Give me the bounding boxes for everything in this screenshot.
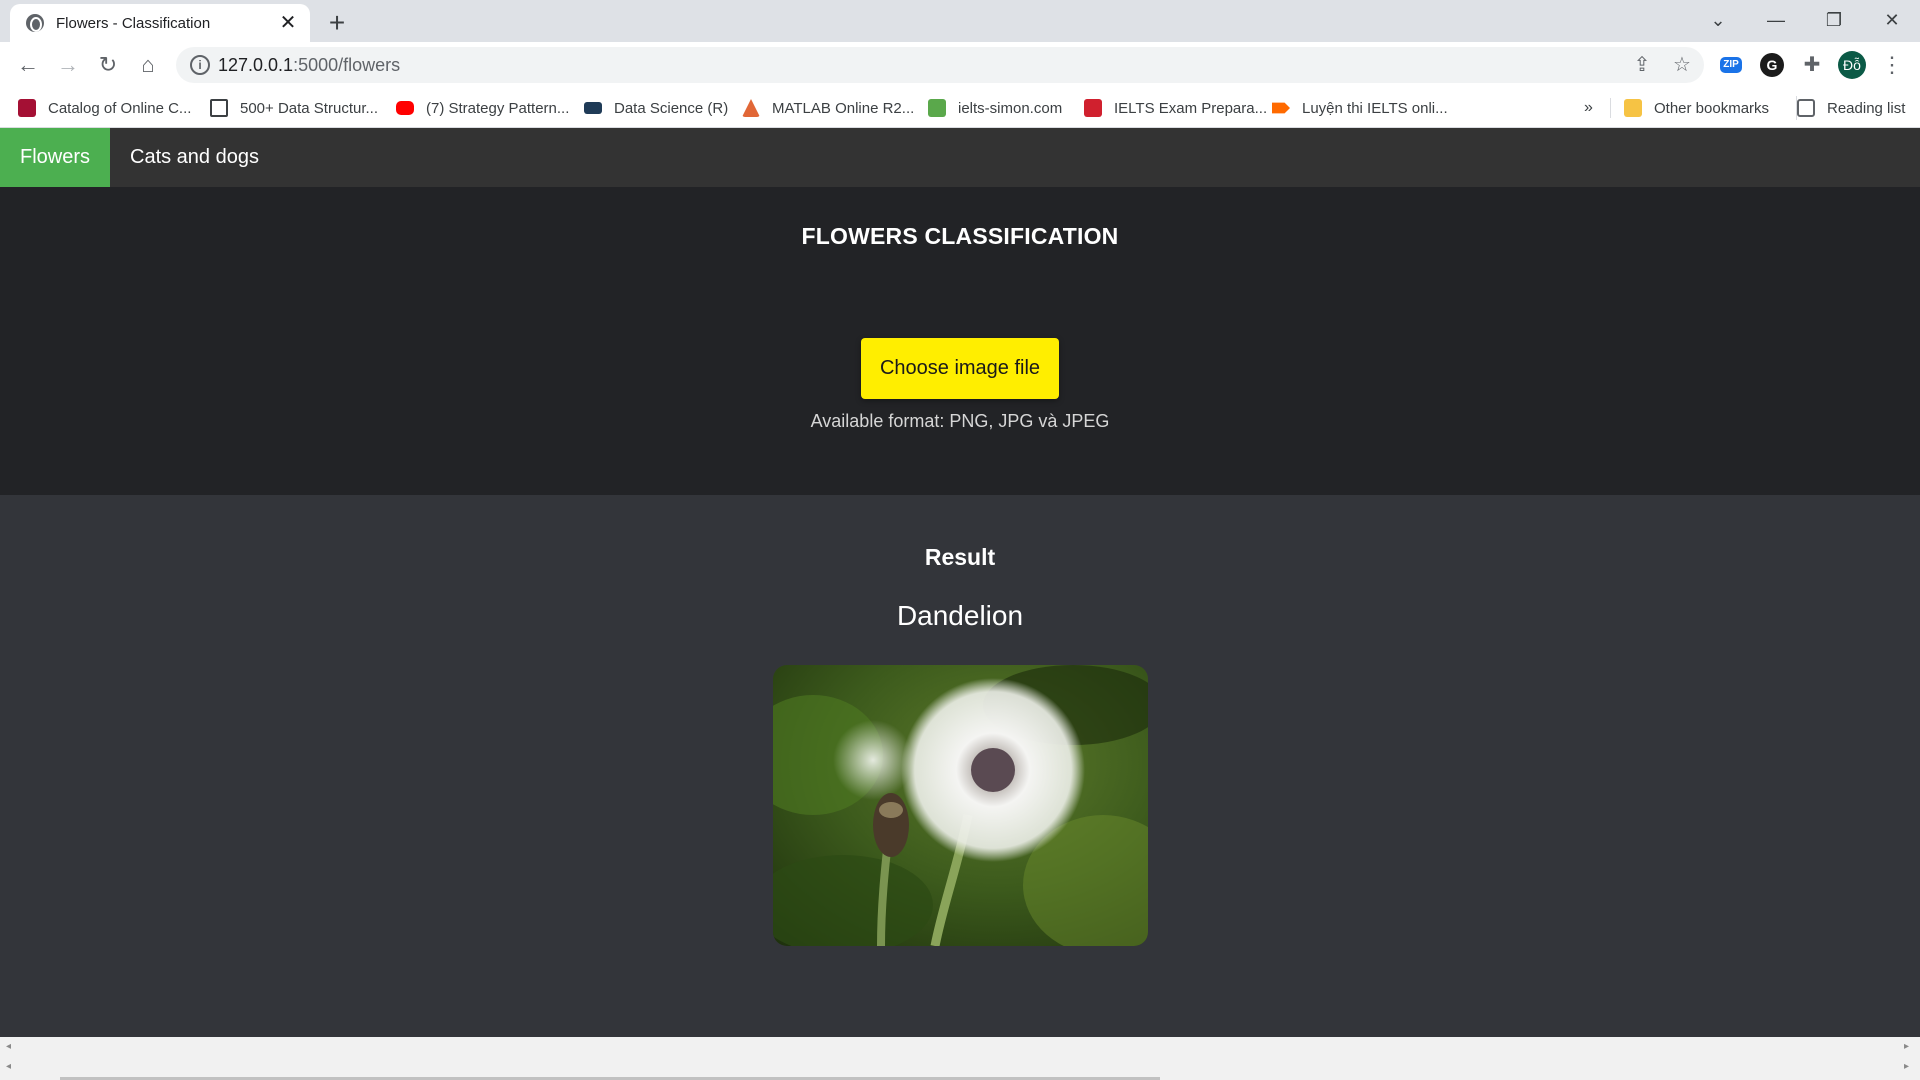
new-tab-button[interactable]: + (322, 8, 352, 38)
bookmark-label: Luyện thi IELTS onli... (1302, 99, 1448, 117)
reading-list-label: Reading list (1827, 99, 1906, 117)
browser-menu-icon[interactable]: ⋮ (1880, 51, 1904, 79)
youtube-icon (396, 101, 414, 115)
bookmark-label: (7) Strategy Pattern... (426, 99, 570, 117)
home-icon[interactable]: ⌂ (132, 49, 164, 81)
browser-toolbar: ← → ↻ ⌂ i 127.0.0.1:5000/flowers ⇪ ☆ ZIP… (0, 42, 1920, 88)
choose-image-button[interactable]: Choose image file (861, 338, 1059, 399)
reload-icon[interactable]: ↻ (92, 49, 124, 81)
prediction-label: Dandelion (896, 600, 1024, 631)
bookmarks-divider (1610, 98, 1611, 118)
browser-tab[interactable]: Flowers - Classification ✕ (10, 4, 310, 42)
scroll-right-icon[interactable]: ▸ (1904, 1041, 1909, 1052)
result-section: Result Dandelion (0, 495, 1920, 1037)
bookmark-item[interactable]: (7) Strategy Pattern... (396, 96, 569, 120)
reading-list-icon (1797, 99, 1815, 117)
profile-avatar[interactable]: Đỗ (1838, 51, 1866, 79)
scroll-right-icon[interactable]: ▸ (1904, 1061, 1909, 1072)
bookmark-item[interactable]: MATLAB Online R2... (742, 96, 914, 120)
address-bar[interactable]: i 127.0.0.1:5000/flowers ⇪ ☆ (176, 47, 1704, 83)
minimize-icon[interactable]: — (1748, 4, 1804, 36)
bookmark-label: ielts-simon.com (958, 99, 1063, 117)
matlab-logo-icon (742, 99, 760, 117)
bookmark-item[interactable]: IELTS Exam Prepara... (1084, 96, 1267, 120)
bookmark-star-icon[interactable]: ☆ (1670, 53, 1694, 77)
scroll-left-icon[interactable]: ◂ (6, 1041, 11, 1052)
bookmark-item[interactable]: ielts-simon.com (928, 96, 1062, 120)
ielts-simon-icon (928, 99, 946, 117)
tab-title: Flowers - Classification (56, 14, 211, 32)
bookmark-label: 500+ Data Structur... (240, 99, 378, 117)
back-icon[interactable]: ← (12, 49, 44, 81)
harvard-shield-icon (18, 99, 36, 117)
ielts-exam-icon (1084, 99, 1102, 117)
bookmark-item[interactable]: Luyện thi IELTS onli... (1272, 96, 1448, 120)
bookmark-label: Catalog of Online C... (48, 99, 192, 117)
zip-extension-icon[interactable]: ZIP (1720, 57, 1742, 73)
arrow-tag-icon (1272, 102, 1290, 114)
share-icon[interactable]: ⇪ (1630, 53, 1654, 77)
tab-close-icon[interactable]: ✕ (278, 13, 298, 33)
tab-search-icon[interactable]: ⌄ (1690, 4, 1746, 36)
bookmark-label: IELTS Exam Prepara... (1114, 99, 1268, 117)
site-info-icon[interactable]: i (190, 55, 210, 75)
scroll-left-icon[interactable]: ◂ (6, 1061, 11, 1072)
bookmark-label: Data Science (R) (614, 99, 729, 117)
horizontal-scrollbar[interactable]: ◂ ◂ ▸ ▸ (0, 1037, 1920, 1080)
bookmarks-overflow-button[interactable]: » (1584, 96, 1593, 120)
bookmark-item[interactable]: 500+ Data Structur... (210, 96, 378, 120)
available-formats-text: Available format: PNG, JPG và JPEG (810, 411, 1110, 431)
site-nav-bar: Flowers Cats and dogs (0, 128, 1920, 187)
page-title: FLOWERS CLASSIFICATION (801, 223, 1119, 249)
nav-item-cats-and-dogs[interactable]: Cats and dogs (110, 128, 279, 187)
url-text: 127.0.0.1:5000/flowers (218, 55, 400, 76)
url-path: :5000/flowers (293, 55, 401, 75)
url-host: 127.0.0.1 (218, 55, 294, 75)
nav-item-flowers[interactable]: Flowers (0, 128, 111, 187)
reading-list-button[interactable]: Reading list (1796, 96, 1905, 120)
bookmarks-bar: Catalog of Online C... 500+ Data Structu… (0, 88, 1920, 128)
uploaded-flower-image (773, 665, 1148, 946)
dandelion-photo (773, 665, 1148, 946)
restore-icon[interactable]: ❐ (1806, 4, 1862, 36)
globe-icon (26, 14, 44, 32)
result-heading: Result (924, 544, 996, 570)
bookmark-item[interactable]: Data Science (R) (584, 96, 728, 120)
bookmark-label: MATLAB Online R2... (772, 99, 915, 117)
grammarly-extension-icon[interactable]: G (1760, 53, 1784, 77)
other-bookmarks-button[interactable]: Other bookmarks (1624, 96, 1769, 120)
bracket-logo-icon (210, 99, 228, 117)
browser-tab-strip: Flowers - Classification ✕ + ⌄ — ❐ ✕ (0, 0, 1920, 42)
folder-icon (1624, 99, 1642, 117)
other-bookmarks-label: Other bookmarks (1654, 99, 1770, 117)
forward-icon[interactable]: → (52, 49, 84, 81)
close-window-icon[interactable]: ✕ (1864, 4, 1920, 36)
bookmark-item[interactable]: Catalog of Online C... (18, 96, 191, 120)
extensions-puzzle-icon[interactable]: ✚ (1800, 53, 1824, 77)
upload-section: FLOWERS CLASSIFICATION Choose image file… (0, 187, 1920, 495)
edx-logo-icon (584, 102, 602, 114)
